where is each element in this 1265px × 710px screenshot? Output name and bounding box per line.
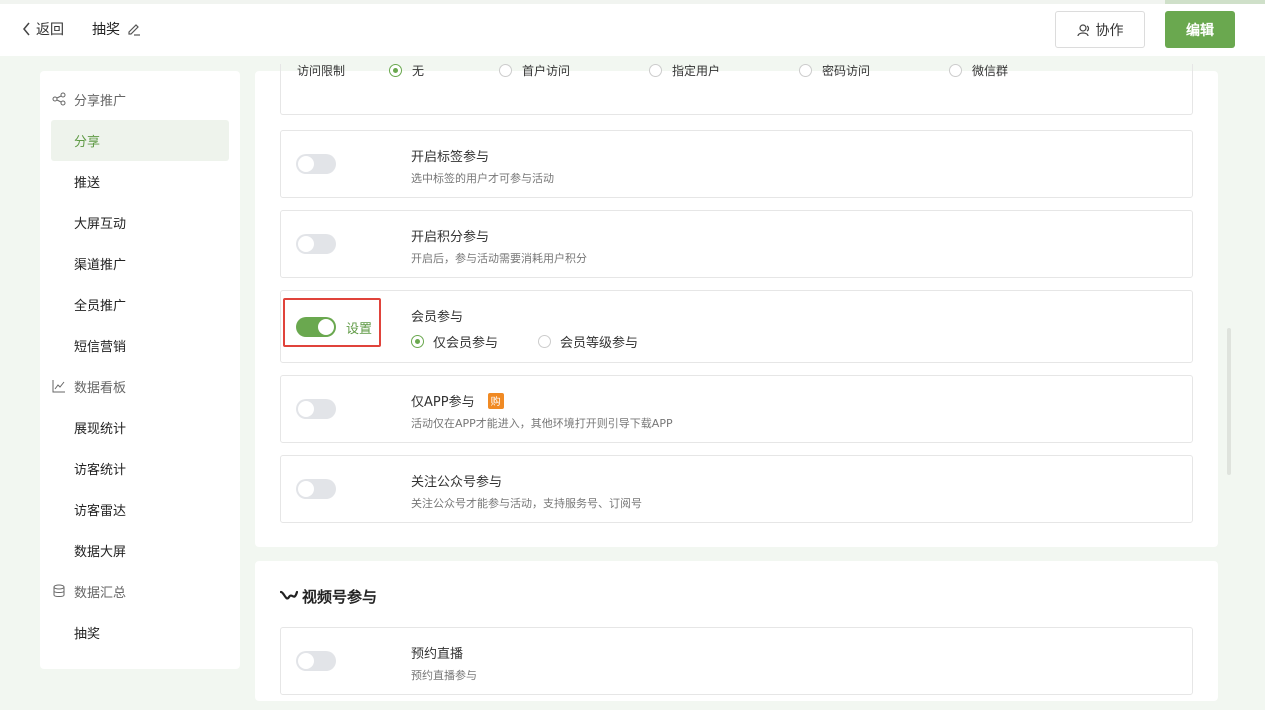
row-title-text: 仅APP参与 xyxy=(411,395,475,410)
video-section-title: 视频号参与 xyxy=(280,586,377,607)
row-desc: 关注公众号才能参与活动，支持服务号、订阅号 xyxy=(411,497,642,510)
row-title: 仅APP参与 购 xyxy=(411,391,504,410)
sidebar-group-dashboard: 数据看板 xyxy=(52,376,126,396)
access-option-specified[interactable]: 指定用户 xyxy=(649,64,720,79)
member-option-label: 会员等级参与 xyxy=(560,336,639,351)
radio[interactable] xyxy=(799,64,812,77)
row-points-participation: 开启积分参与 开启后，参与活动需要消耗用户积分 xyxy=(280,210,1193,278)
row-follow-official-account: 关注公众号参与 关注公众号才能参与活动，支持服务号、订阅号 xyxy=(280,455,1193,523)
points-participation-toggle[interactable] xyxy=(296,234,336,254)
sidebar-item-share[interactable]: 分享 xyxy=(51,120,229,161)
back-label: 返回 xyxy=(36,22,64,38)
sidebar: 分享推广 分享 推送 大屏互动 渠道推广 全员推广 短信营销 数据看板 展现统计… xyxy=(40,71,240,669)
row-desc: 预约直播参与 xyxy=(411,669,477,682)
sidebar-item-visitor-radar[interactable]: 访客雷达 xyxy=(51,489,229,530)
video-section-title-text: 视频号参与 xyxy=(302,588,378,606)
sidebar-group-summary: 数据汇总 xyxy=(52,581,126,601)
top-bar: 返回 抽奖 协作 编辑 xyxy=(0,0,1265,56)
access-option-label: 密码访问 xyxy=(822,64,871,78)
user-icon xyxy=(1076,23,1089,36)
access-option-password[interactable]: 密码访问 xyxy=(799,64,870,79)
sidebar-item-bigscreen[interactable]: 大屏互动 xyxy=(51,202,229,243)
member-option-only-members[interactable]: 仅会员参与 xyxy=(411,332,498,351)
sidebar-item-visitors[interactable]: 访客统计 xyxy=(51,448,229,489)
radio[interactable] xyxy=(538,335,551,348)
app-only-toggle[interactable] xyxy=(296,399,336,419)
radio[interactable] xyxy=(411,335,424,348)
chevron-left-icon xyxy=(23,22,30,36)
pencil-icon[interactable] xyxy=(127,22,141,36)
back-button[interactable]: 返回 xyxy=(22,19,64,39)
access-option-label: 指定用户 xyxy=(672,64,721,78)
access-restriction-row: 访问限制 无 首户访问 指定用户 密码访问 微信群 xyxy=(280,64,1193,115)
tag-participation-toggle[interactable] xyxy=(296,154,336,174)
member-option-label: 仅会员参与 xyxy=(433,336,499,351)
highlight-box xyxy=(283,298,381,347)
radio[interactable] xyxy=(949,64,962,77)
access-option-none[interactable]: 无 xyxy=(389,64,424,79)
access-label: 访问限制 xyxy=(297,64,346,78)
collaborate-label: 协作 xyxy=(1095,22,1124,39)
sidebar-item-impressions[interactable]: 展现统计 xyxy=(51,407,229,448)
sidebar-item-staff-promo[interactable]: 全员推广 xyxy=(51,284,229,325)
row-member-participation: 设置 会员参与 仅会员参与 会员等级参与 xyxy=(280,290,1193,363)
database-icon xyxy=(53,584,65,597)
video-channel-icon xyxy=(280,590,298,599)
scrollbar[interactable] xyxy=(1227,328,1231,475)
sidebar-item-push[interactable]: 推送 xyxy=(51,161,229,202)
sidebar-group-share: 分享推广 xyxy=(52,89,126,109)
row-desc: 选中标签的用户才可参与活动 xyxy=(411,172,554,185)
row-title: 开启积分参与 xyxy=(411,230,490,245)
sidebar-group-label: 数据汇总 xyxy=(74,585,127,601)
access-option-label: 无 xyxy=(412,64,425,78)
sidebar-group-label: 分享推广 xyxy=(74,93,127,109)
page-title: 抽奖 xyxy=(92,19,141,39)
row-title: 关注公众号参与 xyxy=(411,475,503,490)
row-tag-participation: 开启标签参与 选中标签的用户才可参与活动 xyxy=(280,130,1193,198)
collaborate-button[interactable]: 协作 xyxy=(1055,11,1145,48)
purchase-badge: 购 xyxy=(487,392,504,409)
page-title-text: 抽奖 xyxy=(92,22,120,38)
share-icon xyxy=(52,92,66,106)
member-option-level[interactable]: 会员等级参与 xyxy=(538,332,638,351)
row-desc: 活动仅在APP才能进入，其他环境打开则引导下载APP xyxy=(411,417,673,430)
edit-button[interactable]: 编辑 xyxy=(1165,11,1235,48)
row-title: 开启标签参与 xyxy=(411,150,490,165)
sidebar-group-label: 数据看板 xyxy=(74,380,127,396)
access-option-label: 首户访问 xyxy=(522,64,571,78)
sidebar-item-sms[interactable]: 短信营销 xyxy=(51,325,229,366)
radio[interactable] xyxy=(389,64,402,77)
row-desc: 开启后，参与活动需要消耗用户积分 xyxy=(411,252,587,265)
sidebar-item-channel[interactable]: 渠道推广 xyxy=(51,243,229,284)
radio[interactable] xyxy=(499,64,512,77)
live-reservation-toggle[interactable] xyxy=(296,651,336,671)
top-accent-strip xyxy=(1165,0,1265,4)
row-app-only: 仅APP参与 购 活动仅在APP才能进入，其他环境打开则引导下载APP xyxy=(280,375,1193,443)
sidebar-item-lottery[interactable]: 抽奖 xyxy=(51,612,229,653)
row-title: 会员参与 xyxy=(411,310,464,325)
follow-account-toggle[interactable] xyxy=(296,479,336,499)
sidebar-item-data-screen[interactable]: 数据大屏 xyxy=(51,530,229,571)
access-option-wechat-group[interactable]: 微信群 xyxy=(949,64,1008,79)
chart-icon xyxy=(52,380,65,393)
access-option-first[interactable]: 首户访问 xyxy=(499,64,570,79)
row-live-reservation: 预约直播 预约直播参与 xyxy=(280,627,1193,695)
access-option-label: 微信群 xyxy=(972,64,1009,78)
radio[interactable] xyxy=(649,64,662,77)
row-title: 预约直播 xyxy=(411,647,464,662)
